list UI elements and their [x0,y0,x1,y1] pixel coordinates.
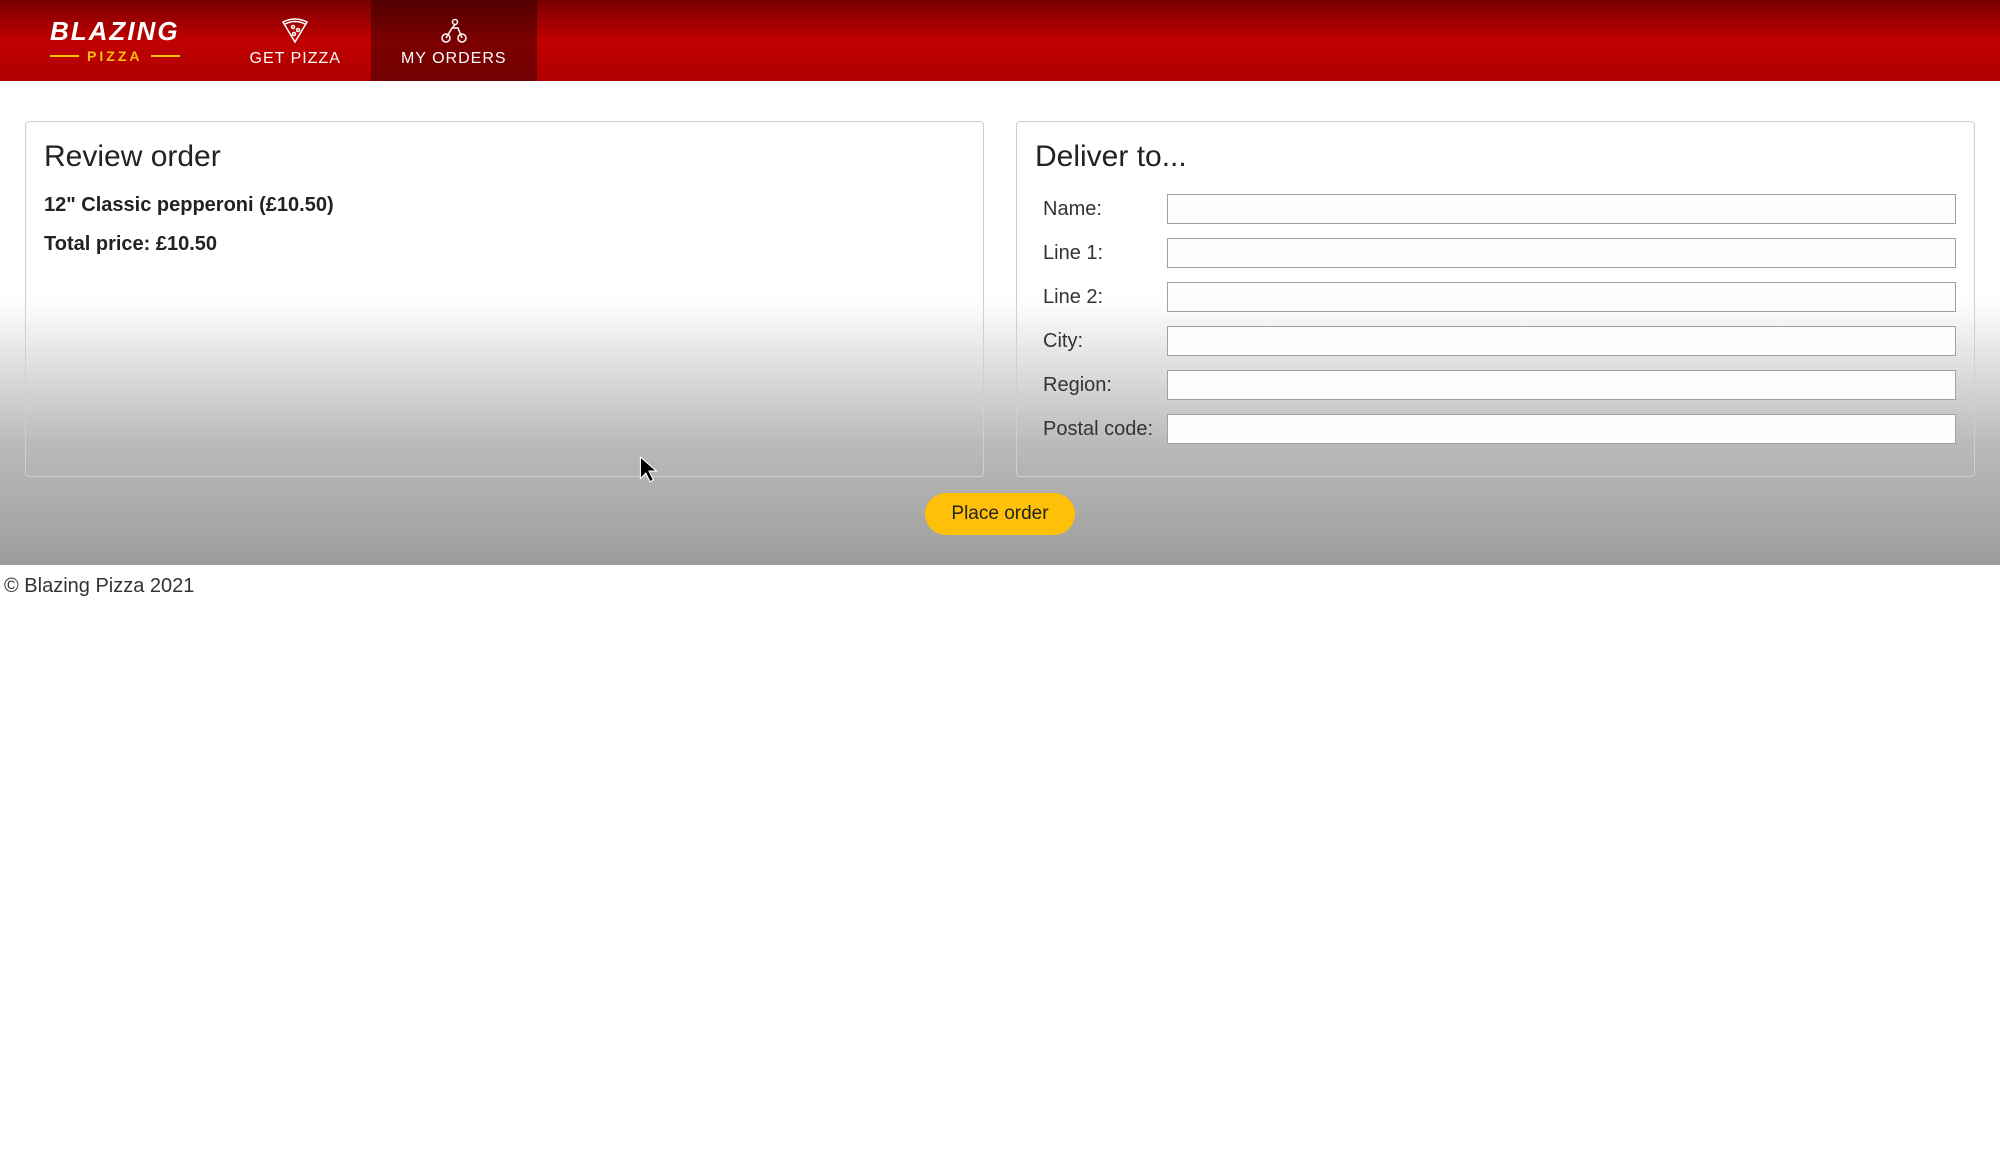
pizza-slice-icon [279,14,311,46]
action-row: Place order [25,493,1975,535]
label-line1: Line 1: [1035,242,1167,265]
order-item: 12" Classic pepperoni (£10.50) [44,194,965,217]
review-order-title: Review order [44,140,965,174]
label-name: Name: [1035,198,1167,221]
delivery-title: Deliver to... [1035,140,1956,174]
label-postal: Postal code: [1035,418,1167,441]
total-value: £10.50 [156,233,217,255]
main-nav: GET PIZZA MY ORDERS [220,0,537,81]
nav-get-pizza-label: GET PIZZA [250,50,341,68]
field-row-name: Name: [1035,194,1956,224]
input-postal[interactable] [1167,414,1956,444]
input-line1[interactable] [1167,238,1956,268]
field-row-city: City: [1035,326,1956,356]
order-total: Total price: £10.50 [44,233,965,256]
field-row-line1: Line 1: [1035,238,1956,268]
footer-copyright: © Blazing Pizza 2021 [0,565,2000,608]
label-line2: Line 2: [1035,286,1167,309]
nav-my-orders[interactable]: MY ORDERS [371,0,537,81]
input-line2[interactable] [1167,282,1956,312]
brand-top: BLAZING [50,18,180,44]
panels-row: Review order 12" Classic pepperoni (£10.… [25,121,1975,477]
field-row-postal: Postal code: [1035,414,1956,444]
input-name[interactable] [1167,194,1956,224]
total-label: Total price: [44,233,150,255]
brand-logo: BLAZING PIZZA [0,18,220,64]
input-region[interactable] [1167,370,1956,400]
nav-get-pizza[interactable]: GET PIZZA [220,0,371,81]
delivery-bike-icon [438,14,470,46]
field-row-region: Region: [1035,370,1956,400]
label-region: Region: [1035,374,1167,397]
nav-my-orders-label: MY ORDERS [401,50,507,68]
review-order-panel: Review order 12" Classic pepperoni (£10.… [25,121,984,477]
checkout-content: Review order 12" Classic pepperoni (£10.… [0,81,2000,565]
label-city: City: [1035,330,1167,353]
delivery-panel: Deliver to... Name: Line 1: Line 2: City… [1016,121,1975,477]
app-header: BLAZING PIZZA GET PIZZA MY ORDERS [0,0,2000,81]
field-row-line2: Line 2: [1035,282,1956,312]
brand-bottom: PIZZA [50,48,180,64]
place-order-button[interactable]: Place order [925,493,1074,535]
input-city[interactable] [1167,326,1956,356]
